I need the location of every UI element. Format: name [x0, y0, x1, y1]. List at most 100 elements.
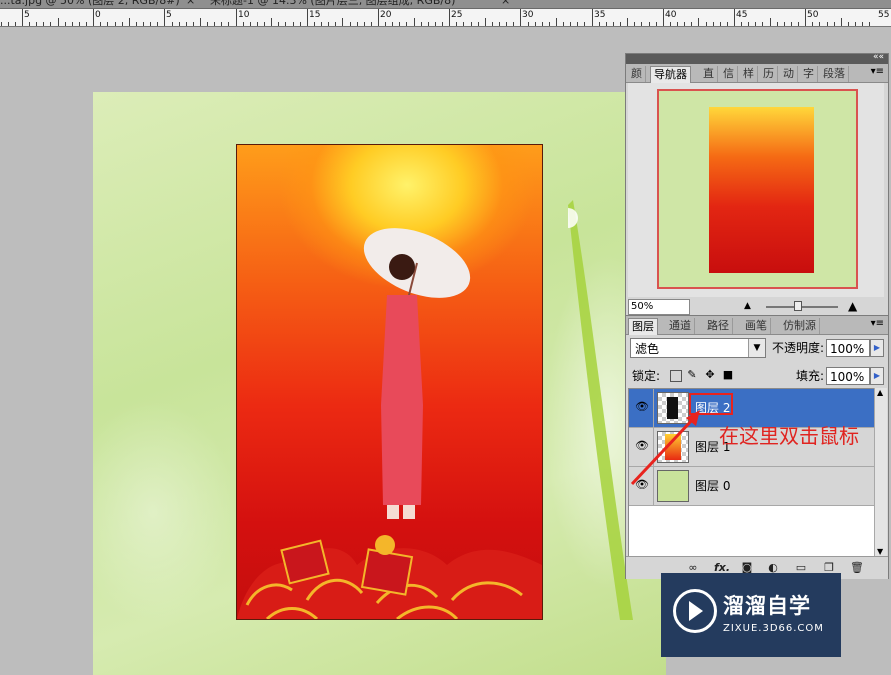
tab-paragraph[interactable]: 段落	[820, 66, 849, 82]
ruler-tick	[385, 22, 386, 26]
ruler-tick	[606, 22, 607, 26]
document-tab-2[interactable]: 未标题-1 @ 14.3% (图片层三, 图层组成, RGB/8)	[210, 0, 455, 8]
tab-navigator[interactable]: 导航器	[650, 66, 691, 83]
ruler-tick	[214, 22, 215, 26]
ruler-tick	[485, 18, 486, 26]
tab-styles[interactable]: 样	[740, 66, 758, 82]
collapse-icon[interactable]: ««	[873, 51, 884, 63]
ruler-tick	[741, 22, 742, 26]
ruler-number: 15	[309, 10, 321, 20]
document-tab-2-close-icon[interactable]: ×	[501, 0, 510, 8]
ruler-tick	[770, 18, 771, 26]
panel-menu-icon[interactable]: ▾≡	[871, 66, 884, 77]
ruler-tick	[136, 22, 137, 26]
ruler-tick	[848, 22, 849, 26]
annotation-arrow-icon	[630, 410, 700, 486]
opacity-input[interactable]: 100%	[826, 339, 870, 357]
ruler-tick	[392, 22, 393, 26]
lock-transparency-icon[interactable]	[670, 370, 682, 382]
ruler-tick	[755, 22, 756, 26]
navigator-preview[interactable]	[628, 83, 884, 297]
ruler-tick	[428, 22, 429, 26]
ruler-tick	[656, 22, 657, 26]
ruler-number: 40	[665, 10, 677, 20]
trash-icon[interactable]: 🗑	[850, 561, 864, 575]
tab-layers[interactable]: 图层	[628, 318, 658, 335]
ruler-tick	[186, 22, 187, 26]
ruler-tick	[634, 22, 635, 26]
ruler-tick	[791, 22, 792, 26]
ruler-tick	[414, 18, 415, 26]
ruler-tick	[869, 22, 870, 26]
ruler-tick	[812, 22, 813, 26]
ruler-tick	[841, 18, 842, 26]
opacity-arrow-icon[interactable]: ▶	[870, 339, 884, 357]
ruler-number: 55	[878, 10, 890, 20]
tab-history[interactable]: 历	[760, 66, 778, 82]
ruler-tick	[727, 22, 728, 26]
blend-mode-value: 滤色	[635, 342, 660, 356]
ruler-tick	[556, 18, 557, 26]
lock-all-icon[interactable]: ■	[722, 369, 734, 381]
ruler-tick	[478, 22, 479, 26]
ruler-tick	[307, 9, 308, 26]
navigator-thumbnail	[709, 107, 814, 273]
navigator-view-box[interactable]	[657, 89, 858, 289]
blend-mode-select[interactable]: 滤色 ▼	[630, 338, 766, 358]
tab-color[interactable]: 颜	[628, 66, 646, 82]
zoom-input[interactable]: 50%	[628, 299, 690, 315]
document-tab-active[interactable]: ...ta.jpg @ 50% (图层 2, RGB/8#)	[0, 0, 180, 8]
tab-paths[interactable]: 路径	[704, 318, 733, 334]
panel-menu-icon[interactable]: ▾≡	[871, 318, 884, 329]
tab-actions[interactable]: 动	[780, 66, 798, 82]
layers-scrollbar[interactable]: ▲ ▼	[874, 388, 887, 556]
ruler-tick	[200, 18, 201, 26]
tab-brushes[interactable]: 画笔	[742, 318, 771, 334]
ruler-tick	[563, 22, 564, 26]
ruler-tick	[399, 22, 400, 26]
ruler-tick	[435, 22, 436, 26]
scroll-down-icon[interactable]: ▼	[877, 547, 883, 556]
ruler-number: 45	[736, 10, 748, 20]
ruler-tick	[364, 22, 365, 26]
ruler-number: 10	[238, 10, 250, 20]
ruler-tick	[264, 22, 265, 26]
fill-input[interactable]: 100%	[826, 367, 870, 385]
watermark-logo: 溜溜自学 ZIXUE.3D66.COM	[661, 573, 841, 657]
document-tab-close-icon[interactable]: ×	[186, 0, 195, 8]
tab-clone-source[interactable]: 仿制源	[780, 318, 820, 334]
ruler-tick	[549, 22, 550, 26]
fill-arrow-icon[interactable]: ▶	[870, 367, 884, 385]
ruler-tick	[535, 22, 536, 26]
ruler-tick	[65, 22, 66, 26]
zoom-out-icon[interactable]: ▲	[744, 301, 751, 311]
ruler-tick	[449, 9, 450, 26]
ruler-tick	[172, 22, 173, 26]
ruler-tick	[193, 22, 194, 26]
ruler-tick	[691, 22, 692, 26]
ruler-tick	[150, 22, 151, 26]
ruler-tick	[79, 22, 80, 26]
ruler-number: 5	[24, 10, 30, 20]
ruler-tick	[463, 22, 464, 26]
zoom-slider-track[interactable]	[766, 306, 838, 308]
ruler-tick	[86, 22, 87, 26]
ruler-tick	[250, 22, 251, 26]
tab-info[interactable]: 信	[720, 66, 738, 82]
tab-channels[interactable]: 通道	[666, 318, 695, 334]
ruler-tick	[748, 22, 749, 26]
tab-character[interactable]: 字	[800, 66, 818, 82]
lock-move-icon[interactable]: ✥	[704, 369, 716, 381]
scroll-up-icon[interactable]: ▲	[877, 388, 883, 397]
tab-histogram[interactable]: 直	[700, 66, 718, 82]
ruler-number: 50	[807, 10, 819, 20]
ruler-tick	[36, 22, 37, 26]
ruler-tick	[698, 18, 699, 26]
navigator-tab-bar: 颜 导航器 直 信 样 历 动 字 段落 ▾≡	[626, 64, 888, 83]
zoom-slider-handle[interactable]	[794, 301, 802, 311]
lock-label: 锁定:	[632, 369, 661, 383]
lock-brush-icon[interactable]: ✎	[686, 369, 698, 381]
chevron-down-icon[interactable]: ▼	[748, 339, 765, 357]
ruler-tick	[506, 22, 507, 26]
zoom-in-icon[interactable]: ▲	[848, 299, 857, 313]
